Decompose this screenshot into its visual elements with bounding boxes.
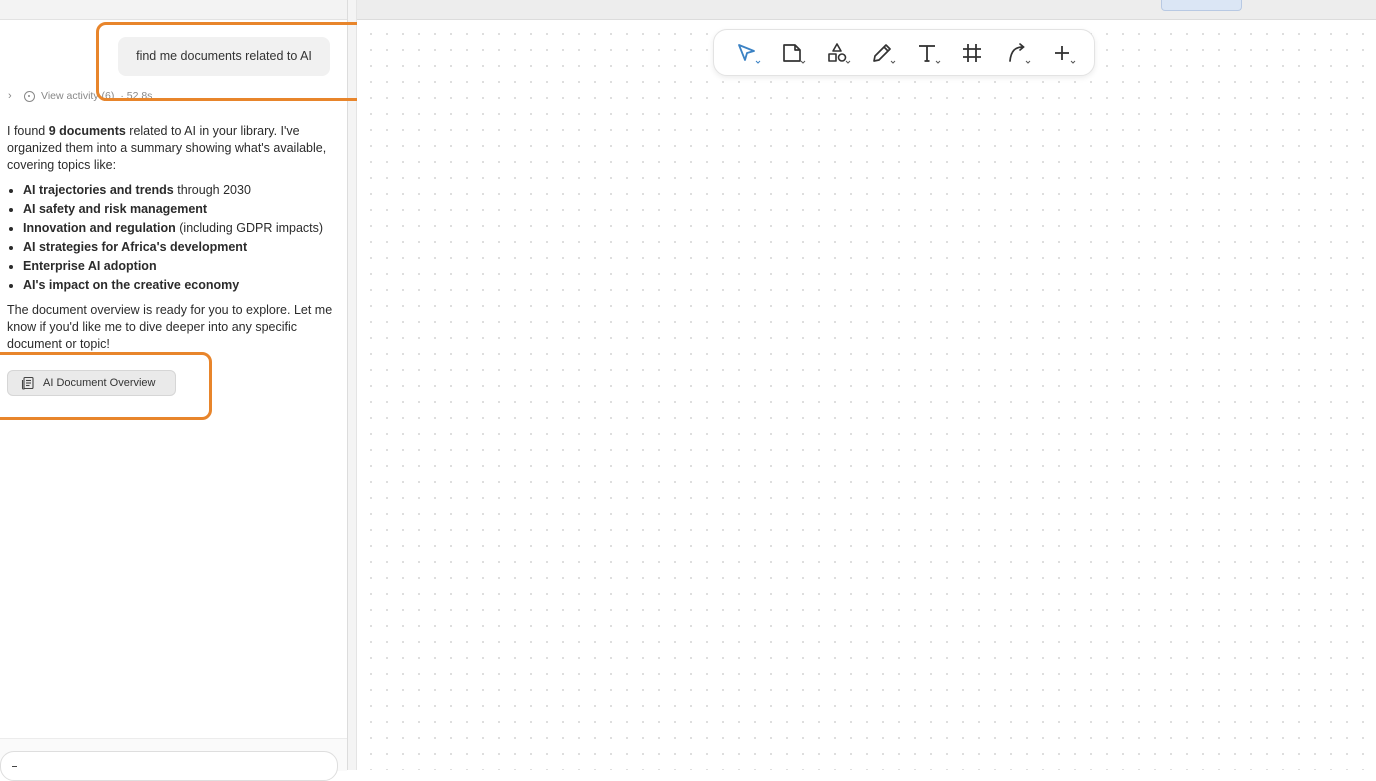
document-list-icon [21, 376, 35, 390]
chevron-down-icon [935, 60, 940, 64]
hash-frame-icon [962, 43, 981, 62]
list-item: Innovation and regulation (including GDP… [23, 220, 337, 237]
ai-document-overview-button[interactable]: AI Document Overview [7, 370, 176, 396]
chat-input[interactable] [0, 751, 338, 781]
view-activity-toggle[interactable]: › View activity (6) · 52.8s [8, 88, 152, 104]
chevron-right-icon: › [8, 90, 12, 102]
reply-intro: I found 9 documents related to AI in you… [7, 124, 327, 172]
user-message-bubble: find me documents related to AI [118, 37, 330, 76]
frame-tool[interactable] [955, 36, 989, 70]
chevron-down-icon [755, 60, 760, 64]
topic-list: AI trajectories and trends through 2030 … [7, 182, 337, 294]
chevron-down-icon [800, 60, 805, 64]
chevron-down-icon [1070, 60, 1075, 64]
reply-outro: The document overview is ready for you t… [7, 303, 333, 351]
connector-tool[interactable] [1000, 36, 1034, 70]
activity-label: View activity (6) [41, 90, 115, 102]
add-tool[interactable] [1045, 36, 1079, 70]
chat-header-bar [0, 0, 347, 20]
pen-tool[interactable] [865, 36, 899, 70]
list-item: AI strategies for Africa's development [23, 239, 337, 256]
panel-resize-handle[interactable] [347, 0, 357, 770]
view-toggle-tab[interactable] [1161, 0, 1242, 11]
note-tool[interactable] [775, 36, 809, 70]
canvas-toolbar [713, 29, 1095, 76]
chevron-down-icon [890, 60, 895, 64]
shapes-tool[interactable] [820, 36, 854, 70]
text-tool[interactable] [910, 36, 944, 70]
artifact-button-label: AI Document Overview [43, 377, 156, 389]
list-item: AI's impact on the creative economy [23, 277, 337, 294]
whiteboard-canvas[interactable] [357, 20, 1376, 770]
list-item: AI trajectories and trends through 2030 [23, 182, 337, 199]
assistant-message: I found 9 documents related to AI in you… [7, 123, 337, 353]
chevron-down-icon [1025, 60, 1030, 64]
chevron-down-icon [845, 60, 850, 64]
input-cursor [12, 766, 17, 767]
activity-duration: · 52.8s [120, 90, 153, 102]
select-tool[interactable] [730, 36, 764, 70]
list-item: AI safety and risk management [23, 201, 337, 218]
list-item: Enterprise AI adoption [23, 258, 337, 275]
clock-icon [24, 90, 35, 102]
